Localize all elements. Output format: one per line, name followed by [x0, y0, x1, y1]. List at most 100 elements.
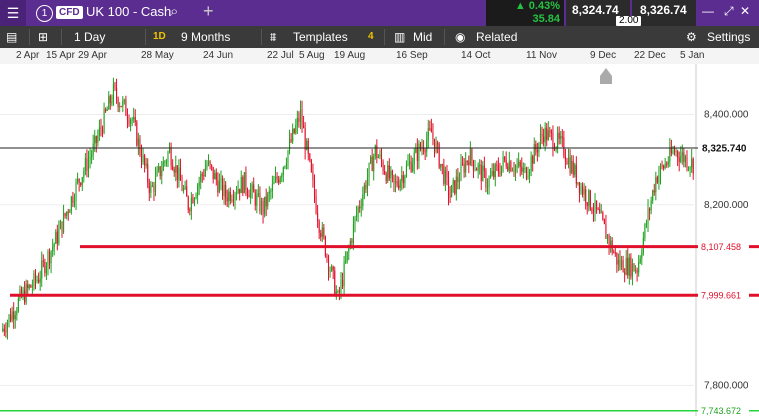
interval-selector[interactable]: 1 Day	[74, 26, 105, 48]
candle-body	[457, 176, 459, 182]
candle-body	[170, 147, 172, 166]
candle-body	[578, 182, 580, 193]
candle-body	[281, 175, 283, 178]
candle-body	[628, 257, 630, 276]
minimize-icon[interactable]: —	[702, 4, 714, 18]
candle-body	[524, 167, 526, 169]
expand-icon[interactable]: ⤢	[724, 4, 734, 19]
related-button[interactable]: Related	[476, 26, 517, 48]
candle-body	[354, 217, 356, 224]
candle-body	[69, 210, 71, 213]
market-name[interactable]: UK 100 - Cash	[86, 4, 171, 19]
candle-body	[109, 96, 111, 104]
candle-body	[616, 252, 618, 265]
candle-body	[667, 161, 669, 165]
candle-body	[92, 143, 94, 155]
buy-button[interactable]: 8,326.74	[632, 0, 696, 26]
templates-button[interactable]: Templates	[293, 26, 348, 48]
candle-body	[504, 156, 506, 160]
close-icon[interactable]: ✕	[740, 4, 750, 18]
candle-body	[678, 157, 680, 162]
candle-body	[458, 180, 460, 182]
candle-body	[341, 279, 344, 287]
plus-icon[interactable]: +	[203, 1, 214, 22]
candle-body	[399, 180, 401, 189]
candle-body	[592, 212, 595, 214]
candle-body	[550, 130, 552, 134]
candle-body	[161, 170, 163, 177]
candle-body	[483, 165, 485, 171]
candle-body	[633, 263, 635, 272]
candle-body	[173, 169, 175, 173]
candle-body	[41, 260, 43, 279]
candle-body	[376, 145, 378, 158]
candle-body	[658, 174, 660, 183]
candle-body	[226, 197, 228, 202]
price-change: ▲ 0.43% 35.84	[486, 0, 564, 26]
candle-body	[190, 197, 192, 211]
date-tick: 9 Dec	[590, 50, 617, 61]
menu-button[interactable]: ☰	[0, 0, 26, 26]
candle-body	[588, 190, 590, 206]
info-icon[interactable]: 1	[36, 5, 53, 22]
settings-button[interactable]: Settings	[707, 26, 750, 48]
candle-body	[64, 213, 66, 216]
change-points: 35.84	[532, 13, 560, 25]
candle-body	[352, 223, 355, 243]
candle-body	[385, 173, 387, 182]
candle-body	[73, 200, 76, 203]
search-icon[interactable]: ⌕	[170, 3, 178, 20]
candle-body	[441, 163, 443, 166]
candle-body	[58, 228, 60, 244]
candle-body	[175, 165, 177, 173]
candle-body	[154, 175, 157, 192]
candle-body	[594, 200, 596, 213]
range-selector[interactable]: 9 Months	[181, 26, 230, 48]
candle-body	[10, 314, 12, 321]
candle-body	[521, 166, 523, 172]
candle-body	[3, 328, 5, 332]
candle-body	[95, 136, 97, 143]
candle-body	[426, 139, 428, 152]
price-chart[interactable]: 8,400.000 8,200.000 7,800.000 8,325.740 …	[0, 64, 759, 416]
candle-body	[630, 257, 632, 277]
divider	[61, 29, 62, 45]
candle-body	[443, 165, 445, 184]
date-tick: 22 Dec	[634, 50, 666, 61]
candle-body	[653, 190, 655, 193]
candle-body	[253, 184, 255, 193]
candle-body	[137, 138, 139, 146]
candle-body	[583, 189, 585, 195]
candle-body	[567, 157, 570, 165]
sell-price: 8,324.74	[572, 3, 619, 17]
gear-icon[interactable]: ⚙	[686, 26, 697, 48]
candle-body	[264, 196, 266, 215]
candle-body	[284, 166, 286, 168]
change-percent: ▲ 0.43%	[514, 0, 560, 12]
candle-body	[563, 137, 565, 156]
candle-body	[635, 270, 637, 272]
candle-body	[384, 171, 386, 174]
candle-body	[656, 177, 658, 183]
divider	[384, 29, 385, 45]
panel-toggle-icon[interactable]: ▤	[6, 26, 17, 48]
candle-body	[245, 172, 247, 191]
candle-body	[67, 211, 69, 213]
candle-body	[638, 262, 640, 273]
candle-body	[126, 115, 129, 120]
candle-body	[387, 165, 389, 182]
candle-body	[597, 209, 599, 211]
layout-grid-icon[interactable]: ⊞	[38, 26, 48, 48]
candle-body	[370, 156, 372, 163]
candle-body	[218, 181, 220, 193]
candle-body	[207, 161, 210, 165]
price-tick: 8,200.000	[704, 200, 749, 211]
candle-body	[332, 266, 334, 271]
candle-body	[566, 160, 568, 165]
candle-body	[14, 315, 16, 320]
candle-body	[211, 164, 213, 167]
candle-body	[430, 128, 432, 133]
price-type-selector[interactable]: Mid	[413, 26, 432, 48]
candle-body	[225, 184, 227, 198]
candle-body	[282, 167, 284, 176]
